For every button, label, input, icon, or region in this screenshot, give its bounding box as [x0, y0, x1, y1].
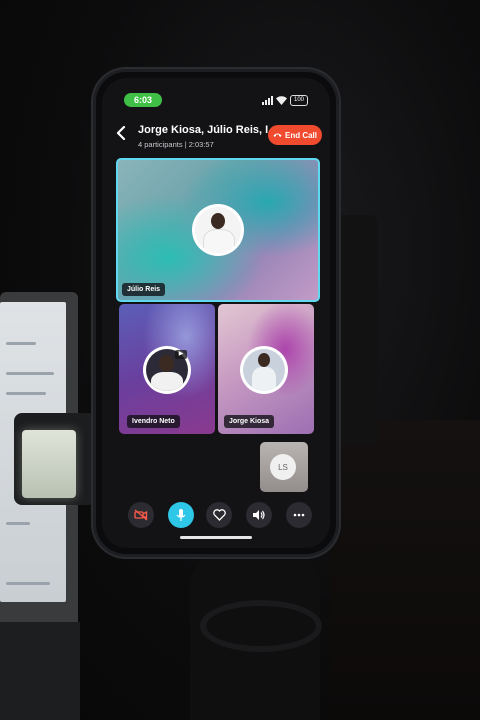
background-desk — [330, 420, 480, 720]
laptop-text-line — [6, 522, 30, 525]
laptop-text-line — [6, 582, 50, 585]
participant-photo — [195, 207, 241, 253]
laptop-text-line — [6, 372, 54, 375]
participant-photo — [243, 349, 285, 391]
call-header: Jorge Kiosa, Júlio Reis, Iv... 4 partici… — [102, 122, 330, 152]
clip-light-panel — [22, 430, 76, 498]
video-off-icon — [134, 509, 148, 521]
phone-hangup-icon — [273, 133, 282, 137]
participant-name-label: Júlio Reis — [122, 283, 166, 296]
speaker-icon — [253, 510, 265, 520]
call-controls — [102, 502, 330, 532]
phone-device: 6:03 100 Jorge Kiosa, Júlio Reis, Iv... … — [96, 72, 336, 554]
laptop-text-line — [6, 342, 36, 345]
participant-avatar — [192, 204, 244, 256]
participant-photo-head — [258, 353, 270, 367]
status-bar: 6:03 100 — [102, 78, 330, 108]
battery-icon: 100 — [290, 95, 308, 106]
status-icons: 100 — [262, 95, 308, 106]
participant-name-label: Jorge Kiosa — [224, 415, 275, 428]
participant-tile-right[interactable]: Jorge Kiosa — [218, 304, 314, 434]
more-icon — [293, 513, 305, 517]
home-indicator[interactable] — [180, 536, 252, 539]
microphone-button[interactable] — [168, 502, 194, 528]
speaker-button[interactable] — [246, 502, 272, 528]
self-avatar: LS — [270, 454, 296, 480]
participant-photo-head — [211, 213, 225, 229]
participant-tile-left[interactable]: ▶ Ivendro Neto — [119, 304, 215, 434]
participant-name-label: Ivendro Neto — [127, 415, 180, 428]
more-options-button[interactable] — [286, 502, 312, 528]
background-laptop-base — [0, 622, 80, 720]
participant-photo-body — [203, 229, 235, 253]
signal-icon — [262, 96, 273, 105]
self-view-tile[interactable]: LS — [260, 442, 308, 492]
participant-avatar — [240, 346, 288, 394]
participant-photo-head — [159, 355, 174, 372]
reaction-button[interactable] — [206, 502, 232, 528]
participant-tile-main[interactable]: Júlio Reis — [116, 158, 320, 302]
microphone-icon — [176, 509, 186, 521]
call-title: Jorge Kiosa, Júlio Reis, Iv... — [138, 124, 268, 136]
wifi-icon — [276, 96, 287, 105]
end-call-button[interactable]: End Call — [268, 125, 322, 145]
end-call-label: End Call — [284, 130, 317, 140]
back-chevron-icon[interactable] — [116, 125, 126, 144]
participant-photo-body — [151, 372, 183, 391]
call-participants-duration: 4 participants | 2:03:57 — [138, 140, 214, 149]
camera-toggle-button[interactable] — [128, 502, 154, 528]
laptop-text-line — [6, 392, 46, 395]
phone-stand-ring — [200, 600, 322, 652]
status-time: 6:03 — [124, 93, 162, 107]
phone-screen: 6:03 100 Jorge Kiosa, Júlio Reis, Iv... … — [102, 78, 330, 548]
heart-icon — [212, 509, 226, 521]
participant-photo-body — [252, 367, 276, 391]
video-camera-icon: ▶ — [175, 350, 187, 359]
